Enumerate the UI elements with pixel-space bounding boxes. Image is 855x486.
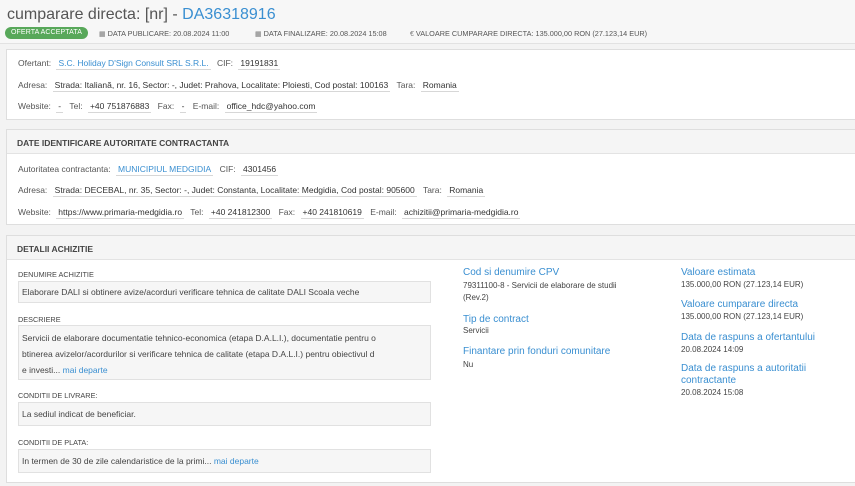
- authority-response-heading-2: contractante: [681, 375, 737, 386]
- delivery-box: La sediul indicat de beneficiar.: [18, 402, 431, 426]
- authority-email: achizitii@primaria-medgidia.ro: [402, 207, 521, 219]
- value-currency: RON: [574, 29, 591, 38]
- name-label: DENUMIRE ACHIZITIE: [18, 270, 94, 279]
- ofertant-contact-row: Website: - Tel: +40 751876883 Fax: - E-m…: [18, 101, 321, 113]
- value-meta: € VALOARE CUMPARARE DIRECTA: 135.000,00 R…: [410, 29, 647, 38]
- ofertant-country: Romania: [420, 80, 459, 92]
- bidder-response-heading: Data de raspuns a ofertantului: [681, 332, 815, 343]
- name-box: Elaborare DALI si obtinere avize/acordur…: [18, 281, 431, 303]
- authority-country-label: Tara:: [422, 185, 442, 195]
- authority-cif: 4301456: [241, 164, 279, 176]
- cpv-heading: Cod si denumire CPV: [463, 267, 560, 278]
- ofertant-address: Strada: Italiană, nr. 16, Sector: -, Jud…: [52, 80, 391, 92]
- value-label: VALOARE CUMPARARE DIRECTA:: [415, 29, 534, 38]
- authority-fax: +40 241810619: [300, 207, 364, 219]
- description-more-link[interactable]: mai departe: [63, 365, 108, 375]
- ofertant-row: Ofertant: S.C. Holiday D'Sign Consult SR…: [18, 58, 284, 70]
- authority-country: Romania: [447, 185, 486, 197]
- delivery-label: CONDITII DE LIVRARE:: [18, 391, 98, 400]
- authority-response-date: 20.08.2024 15:08: [681, 388, 744, 397]
- authority-cif-label: CIF:: [219, 164, 236, 174]
- details-section-title: DETALII ACHIZITIE: [17, 244, 94, 254]
- authority-panel-header: DATE IDENTIFICARE AUTORITATE CONTRACTANT…: [7, 130, 855, 154]
- authority-website-label: Website:: [18, 207, 51, 217]
- delivery-value: La sediul indicat de beneficiar.: [22, 409, 136, 419]
- authority-address-row: Adresa: Strada: DECEBAL, nr. 35, Sector:…: [18, 185, 489, 197]
- ofertant-tel: +40 751876883: [87, 101, 152, 113]
- description-box: Servicii de elaborare documentatie tehni…: [18, 325, 431, 380]
- authority-tel-label: Tel:: [190, 207, 204, 217]
- payment-box: In termen de 30 de zile calendaristice d…: [18, 449, 431, 473]
- authority-address-label: Adresa:: [18, 185, 48, 195]
- cpv-value-line-2: (Rev.2): [463, 293, 489, 302]
- eu-funds-heading: Finantare prin fonduri comunitare: [463, 346, 611, 357]
- publish-date-value: 20.08.2024 11:00: [173, 29, 230, 38]
- ofertant-email: office_hdc@yahoo.com: [224, 101, 318, 113]
- authority-label: Autoritatea contractanta:: [18, 164, 111, 174]
- status-badge: OFERTA ACCEPTATA: [5, 27, 88, 39]
- publish-date-label: DATA PUBLICARE:: [107, 29, 172, 38]
- end-date-meta: ▦ DATA FINALIZARE: 20.08.2024 15:08: [255, 29, 387, 38]
- authority-contact-row: Website: https://www.primaria-medgidia.r…: [18, 207, 524, 219]
- description-label: DESCRIERE: [18, 315, 61, 324]
- ofertant-website-label: Website:: [18, 101, 51, 111]
- value-amount: 135.000,00: [535, 29, 573, 38]
- authority-section-title: DATE IDENTIFICARE AUTORITATE CONTRACTANT…: [17, 138, 230, 148]
- authority-row: Autoritatea contractanta: MUNICIPIUL MED…: [18, 164, 282, 176]
- euro-icon: €: [410, 31, 414, 38]
- payment-label: CONDITII DE PLATA:: [18, 438, 89, 447]
- ofertant-link[interactable]: S.C. Holiday D'Sign Consult SRL S.R.L.: [56, 58, 211, 70]
- ofertant-fax-label: Fax:: [157, 101, 175, 111]
- cpv-value-line-1: 79311100-8 - Servicii de elaborare de st…: [463, 281, 617, 290]
- calendar-icon: ▦: [99, 31, 106, 38]
- authority-website: https://www.primaria-medgidia.ro: [56, 207, 185, 219]
- ofertant-website: -: [56, 101, 64, 113]
- direct-value: 135.000,00 RON (27.123,14 EUR): [681, 312, 804, 321]
- ofertant-fax: -: [179, 101, 187, 113]
- ofertant-label: Ofertant:: [18, 58, 52, 68]
- page-header: cumparare directa: [nr] - DA36318916 OFE…: [0, 0, 855, 44]
- authority-response-heading-1: Data de raspuns a autoritatii: [681, 363, 807, 374]
- calendar-icon: ▦: [255, 31, 262, 38]
- ofertant-country-label: Tara:: [396, 80, 416, 90]
- authority-panel: DATE IDENTIFICARE AUTORITATE CONTRACTANT…: [6, 129, 855, 225]
- estimated-value-heading: Valoare estimata: [681, 267, 756, 278]
- authority-address: Strada: DECEBAL, nr. 35, Sector: -, Jude…: [52, 185, 417, 197]
- payment-more-link[interactable]: mai departe: [214, 456, 259, 466]
- contract-type-heading: Tip de contract: [463, 314, 529, 325]
- ofertant-address-row: Adresa: Strada: Italiană, nr. 16, Sector…: [18, 80, 463, 92]
- details-panel-header: DETALII ACHIZITIE: [7, 236, 855, 260]
- description-line-1: Servicii de elaborare documentatie tehni…: [22, 333, 376, 343]
- ofertant-panel: Ofertant: S.C. Holiday D'Sign Consult SR…: [6, 49, 855, 120]
- authority-tel: +40 241812300: [208, 207, 273, 219]
- page-title: cumparare directa: [nr] - DA36318916: [7, 6, 276, 24]
- authority-link[interactable]: MUNICIPIUL MEDGIDIA: [116, 164, 214, 176]
- contract-type-value: Servicii: [463, 326, 489, 335]
- title-prefix: cumparare directa: [nr] -: [7, 6, 183, 23]
- procurement-code: DA36318916: [182, 6, 276, 23]
- authority-fax-label: Fax:: [278, 207, 296, 217]
- ofertant-cif-label: CIF:: [216, 58, 234, 68]
- description-line-3: e investi...: [22, 365, 61, 375]
- publish-date-meta: ▦ DATA PUBLICARE: 20.08.2024 11:00: [99, 29, 229, 38]
- authority-email-label: E-mail:: [370, 207, 397, 217]
- value-eur: (27.123,14 EUR): [592, 29, 648, 38]
- ofertant-email-label: E-mail:: [192, 101, 220, 111]
- payment-value: In termen de 30 de zile calendaristice d…: [22, 456, 212, 466]
- bidder-response-date: 20.08.2024 14:09: [681, 345, 744, 354]
- eu-funds-value: Nu: [463, 360, 474, 369]
- estimated-value: 135.000,00 RON (27.123,14 EUR): [681, 280, 804, 289]
- ofertant-cif: 19191831: [238, 58, 281, 70]
- details-panel: DETALII ACHIZITIE DENUMIRE ACHIZITIE Ela…: [6, 235, 855, 483]
- ofertant-address-label: Adresa:: [18, 80, 48, 90]
- description-line-2: btinerea avizelor/acordurilor si verific…: [22, 349, 375, 359]
- direct-value-heading: Valoare cumparare directa: [681, 299, 799, 310]
- end-date-label: DATA FINALIZARE:: [263, 29, 328, 38]
- ofertant-tel-label: Tel:: [69, 101, 83, 111]
- end-date-value: 20.08.2024 15:08: [329, 29, 387, 38]
- name-value: Elaborare DALI si obtinere avize/acordur…: [22, 287, 360, 297]
